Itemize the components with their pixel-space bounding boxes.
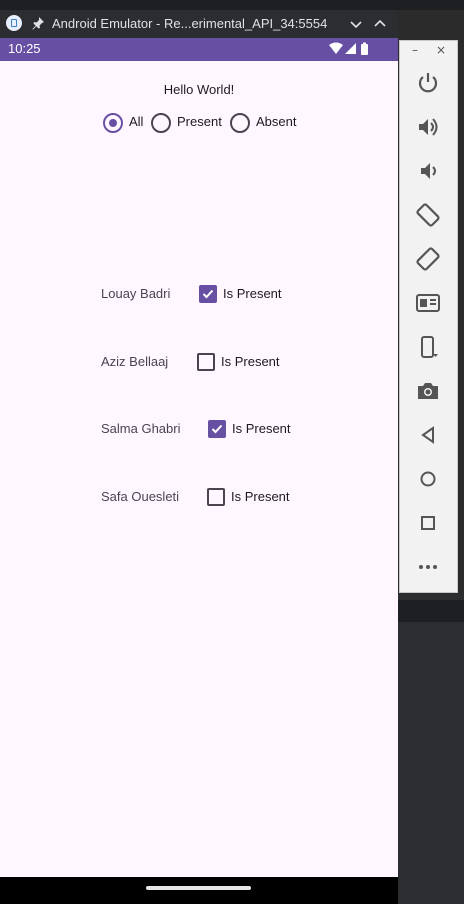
filter-absent-label: Absent	[256, 114, 297, 129]
battery-icon	[361, 42, 368, 55]
rotate-right-icon	[416, 247, 440, 271]
screenshot-icon	[416, 294, 440, 312]
status-time: 10:25	[8, 41, 41, 56]
power-icon	[418, 73, 438, 93]
back-icon	[421, 426, 434, 444]
camera-icon	[418, 383, 438, 399]
android-status-bar: 10:25	[0, 38, 398, 61]
ide-background-tabs	[0, 0, 464, 10]
rotate-left-button[interactable]	[414, 201, 442, 229]
present-checkbox[interactable]	[197, 353, 215, 371]
present-checkbox-label: Is Present	[221, 354, 280, 369]
rotate-right-button[interactable]	[414, 245, 442, 273]
toolbar-close-button[interactable]: ×	[436, 43, 446, 57]
fold-icon	[421, 336, 438, 358]
ide-background-panel	[398, 594, 464, 904]
present-checkbox-label: Is Present	[223, 286, 282, 301]
rotate-left-icon	[416, 203, 440, 227]
present-checkbox[interactable]	[207, 488, 225, 506]
greeting-text: Hello World!	[163, 82, 235, 97]
power-button[interactable]	[414, 69, 442, 97]
volume-down-icon	[421, 163, 436, 179]
chevron-up-icon[interactable]	[372, 16, 388, 32]
student-name: Aziz Bellaaj	[101, 354, 169, 369]
home-icon	[420, 471, 436, 487]
app-screen: Hello World! All Present Absent Louay Ba…	[0, 61, 398, 877]
home-gesture-handle[interactable]	[146, 886, 251, 890]
emulator-app-icon	[6, 15, 22, 31]
student-name: Louay Badri	[101, 286, 171, 301]
present-checkbox[interactable]	[208, 420, 226, 438]
chevron-down-icon[interactable]	[348, 16, 364, 32]
volume-down-button[interactable]	[414, 157, 442, 185]
status-icons	[329, 42, 368, 55]
pin-icon[interactable]	[30, 15, 46, 31]
filter-all-label: All	[129, 114, 144, 129]
emulator-title-bar: Android Emulator - Re...erimental_API_34…	[0, 10, 398, 38]
overview-icon	[421, 516, 435, 530]
radio-selected-icon	[103, 113, 123, 133]
student-name: Salma Ghabri	[101, 421, 181, 436]
android-nav-bar	[0, 877, 398, 904]
checkmark-icon	[202, 289, 214, 299]
toolbar-minimize-button[interactable]: –	[412, 43, 418, 57]
volume-up-button[interactable]	[414, 113, 442, 141]
more-button[interactable]	[414, 553, 442, 581]
back-button[interactable]	[414, 421, 442, 449]
radio-unselected-icon	[230, 113, 250, 133]
present-checkbox[interactable]	[199, 285, 217, 303]
student-name: Safa Ouesleti	[101, 489, 180, 504]
checkmark-icon	[211, 424, 223, 434]
more-icon	[419, 565, 437, 569]
present-checkbox-label: Is Present	[231, 489, 290, 504]
volume-up-icon	[419, 118, 438, 136]
emulator-toolbar: – ×	[399, 40, 458, 593]
signal-icon	[345, 43, 356, 54]
wifi-icon	[329, 42, 343, 54]
filter-present-label: Present	[177, 114, 222, 129]
overview-button[interactable]	[414, 509, 442, 537]
fold-button[interactable]	[414, 333, 442, 361]
present-checkbox-label: Is Present	[232, 421, 291, 436]
camera-button[interactable]	[414, 377, 442, 405]
window-title: Android Emulator - Re...erimental_API_34…	[52, 16, 328, 31]
screenshot-button[interactable]	[414, 289, 442, 317]
radio-unselected-icon	[151, 113, 171, 133]
home-button[interactable]	[414, 465, 442, 493]
